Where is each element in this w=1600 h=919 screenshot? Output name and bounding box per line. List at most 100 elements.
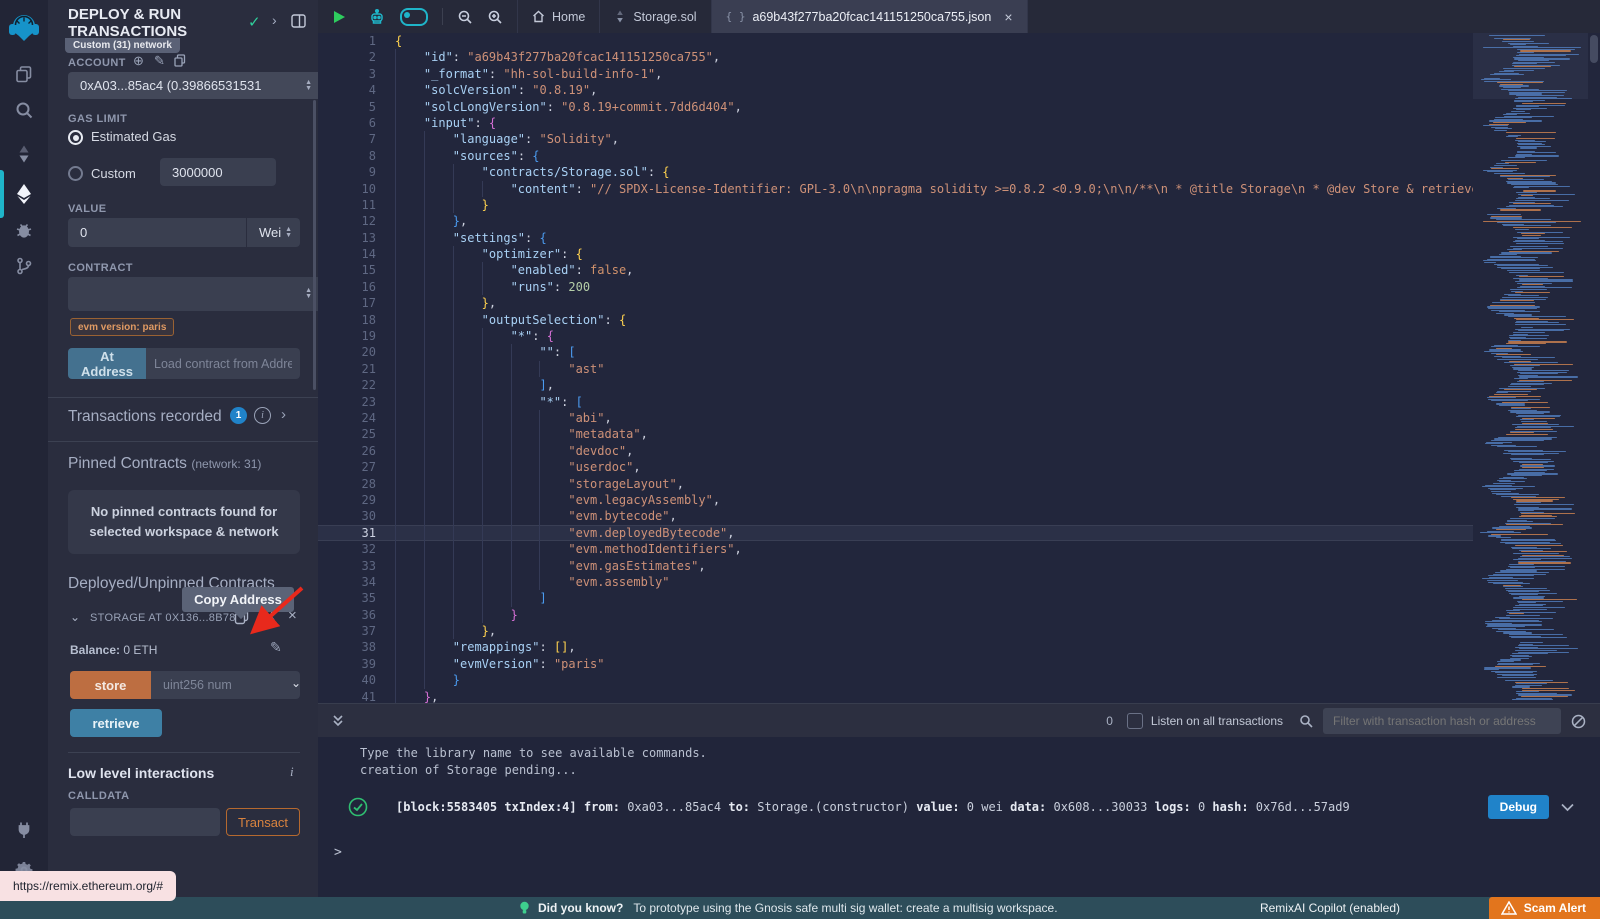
estimated-gas-option[interactable]: Estimated Gas bbox=[91, 129, 176, 144]
deploy-and-run-icon[interactable] bbox=[0, 174, 48, 214]
custom-gas-radio[interactable] bbox=[68, 166, 83, 181]
copy-account-icon[interactable] bbox=[174, 54, 186, 67]
scam-alert-button[interactable]: Scam Alert bbox=[1489, 897, 1600, 919]
code-line[interactable]: 14"optimizer": { bbox=[318, 246, 1600, 262]
solidity-compiler-icon[interactable] bbox=[0, 136, 48, 172]
editor-scrollbar[interactable] bbox=[1588, 33, 1600, 703]
code-line[interactable]: 12}, bbox=[318, 213, 1600, 229]
code-line[interactable]: 11} bbox=[318, 197, 1600, 213]
tab-home[interactable]: Home bbox=[517, 0, 600, 33]
at-address-button[interactable]: At Address bbox=[68, 348, 146, 379]
debug-button[interactable]: Debug bbox=[1488, 795, 1549, 819]
collapse-contract-icon[interactable]: ⌄ bbox=[70, 610, 80, 624]
debugger-icon[interactable] bbox=[0, 212, 48, 248]
stepper-icon[interactable]: ▲▼ bbox=[305, 80, 312, 92]
tab-storage-sol[interactable]: Storage.sol bbox=[600, 0, 711, 33]
code-line[interactable]: 24"abi", bbox=[318, 410, 1600, 426]
code-line[interactable]: 25"metadata", bbox=[318, 426, 1600, 442]
code-line[interactable]: 29"evm.legacyAssembly", bbox=[318, 492, 1600, 508]
store-button[interactable]: store bbox=[70, 671, 151, 699]
code-line[interactable]: 6"input": { bbox=[318, 115, 1600, 131]
code-line[interactable]: 38"remappings": [], bbox=[318, 639, 1600, 655]
low-level-info-icon[interactable]: i bbox=[290, 764, 294, 780]
code-line[interactable]: 26"devdoc", bbox=[318, 443, 1600, 459]
value-input[interactable] bbox=[68, 218, 246, 247]
minimap[interactable] bbox=[1473, 33, 1588, 703]
stepper-icon[interactable]: ▲▼ bbox=[305, 288, 312, 300]
code-line[interactable]: 39"evmVersion": "paris" bbox=[318, 656, 1600, 672]
zoom-in-icon[interactable] bbox=[487, 9, 503, 25]
custom-gas-option[interactable]: Custom bbox=[91, 166, 136, 181]
copilot-toggle[interactable] bbox=[400, 8, 428, 26]
value-unit-select[interactable]: Wei ▲▼ bbox=[247, 218, 300, 247]
code-line[interactable]: 15"enabled": false, bbox=[318, 262, 1600, 278]
code-line[interactable]: 1{ bbox=[318, 33, 1600, 49]
code-editor[interactable]: 1{2"id": "a69b43f277ba20fcac141151250ca7… bbox=[318, 33, 1600, 703]
collapse-terminal-icon[interactable] bbox=[332, 714, 344, 728]
close-tab-icon[interactable]: × bbox=[1004, 9, 1012, 25]
code-line[interactable]: 41}, bbox=[318, 689, 1600, 703]
code-line[interactable]: 3"_format": "hh-sol-build-info-1", bbox=[318, 66, 1600, 82]
code-line[interactable]: 16"runs": 200 bbox=[318, 279, 1600, 295]
zoom-out-icon[interactable] bbox=[457, 9, 473, 25]
panel-forward-icon[interactable]: › bbox=[272, 12, 277, 28]
code-line[interactable]: 37}, bbox=[318, 623, 1600, 639]
code-line[interactable]: 32"evm.methodIdentifiers", bbox=[318, 541, 1600, 557]
code-line[interactable]: 34"evm.assembly" bbox=[318, 574, 1600, 590]
search-icon[interactable] bbox=[0, 92, 48, 128]
code-line[interactable]: 17}, bbox=[318, 295, 1600, 311]
code-line[interactable]: 19"*": { bbox=[318, 328, 1600, 344]
transact-button[interactable]: Transact bbox=[226, 808, 300, 836]
file-explorer-icon[interactable] bbox=[0, 56, 48, 92]
panel-scrollbar[interactable] bbox=[313, 100, 316, 390]
stepper-icon[interactable]: ▲▼ bbox=[285, 227, 292, 239]
code-line[interactable]: 28"storageLayout", bbox=[318, 476, 1600, 492]
account-select[interactable]: 0xA03...85ac4 (0.39866531531 ▲▼ bbox=[68, 72, 324, 99]
code-line[interactable]: 21"ast" bbox=[318, 361, 1600, 377]
pin-panel-icon[interactable] bbox=[291, 14, 306, 28]
code-line[interactable]: 27"userdoc", bbox=[318, 459, 1600, 475]
retrieve-button[interactable]: retrieve bbox=[70, 709, 162, 737]
contract-select[interactable]: ▲▼ bbox=[68, 277, 324, 311]
code-line[interactable]: 33"evm.gasEstimates", bbox=[318, 558, 1600, 574]
code-line[interactable]: 30"evm.bytecode", bbox=[318, 508, 1600, 524]
code-line[interactable]: 18"outputSelection": { bbox=[318, 312, 1600, 328]
code-line[interactable]: 36} bbox=[318, 607, 1600, 623]
code-line[interactable]: 20"": [ bbox=[318, 344, 1600, 360]
edit-account-icon[interactable]: ✎ bbox=[154, 53, 165, 69]
tab-json-buildinfo[interactable]: { } a69b43f277ba20fcac141151250ca755.jso… bbox=[712, 0, 1028, 33]
custom-gas-input[interactable] bbox=[160, 158, 276, 186]
code-line[interactable]: 7"language": "Solidity", bbox=[318, 131, 1600, 147]
ai-assistant-icon[interactable] bbox=[368, 8, 386, 26]
copilot-status[interactable]: RemixAI Copilot (enabled) bbox=[1260, 901, 1400, 915]
calldata-input[interactable] bbox=[70, 808, 220, 836]
expand-transactions-icon[interactable]: › bbox=[281, 406, 286, 423]
code-line[interactable]: 10"content": "// SPDX-License-Identifier… bbox=[318, 181, 1600, 197]
expand-tx-icon[interactable] bbox=[1561, 803, 1574, 812]
code-line[interactable]: 5"solcLongVersion": "0.8.19+commit.7dd6d… bbox=[318, 99, 1600, 115]
code-line[interactable]: 31"evm.deployedBytecode", bbox=[318, 525, 1600, 541]
code-line[interactable]: 23"*": [ bbox=[318, 394, 1600, 410]
code-line[interactable]: 4"solcVersion": "0.8.19", bbox=[318, 82, 1600, 98]
code-line[interactable]: 8"sources": { bbox=[318, 148, 1600, 164]
expand-store-icon[interactable]: ⌄ bbox=[291, 676, 301, 690]
terminal-filter-input[interactable] bbox=[1323, 708, 1561, 734]
code-line[interactable]: 13"settings": { bbox=[318, 230, 1600, 246]
info-icon[interactable]: i bbox=[254, 407, 271, 424]
code-line[interactable]: 9"contracts/Storage.sol": { bbox=[318, 164, 1600, 180]
listen-all-checkbox[interactable] bbox=[1127, 713, 1143, 729]
terminal-prompt[interactable]: > bbox=[334, 845, 342, 860]
create-account-icon[interactable]: ⊕ bbox=[133, 53, 144, 69]
clear-console-icon[interactable] bbox=[1571, 714, 1586, 729]
transaction-log-row[interactable]: [block:5583405 txIndex:4] from: 0xa03...… bbox=[348, 795, 1578, 819]
store-arg-input[interactable] bbox=[151, 671, 300, 699]
code-line[interactable]: 22], bbox=[318, 377, 1600, 393]
git-icon[interactable] bbox=[0, 248, 48, 284]
load-contract-input[interactable] bbox=[146, 348, 300, 379]
code-line[interactable]: 40} bbox=[318, 672, 1600, 688]
plugin-manager-icon[interactable] bbox=[0, 812, 48, 848]
estimated-gas-radio[interactable] bbox=[68, 130, 83, 145]
run-script-icon[interactable] bbox=[332, 10, 346, 24]
code-line[interactable]: 35] bbox=[318, 590, 1600, 606]
code-line[interactable]: 2"id": "a69b43f277ba20fcac141151250ca755… bbox=[318, 49, 1600, 65]
